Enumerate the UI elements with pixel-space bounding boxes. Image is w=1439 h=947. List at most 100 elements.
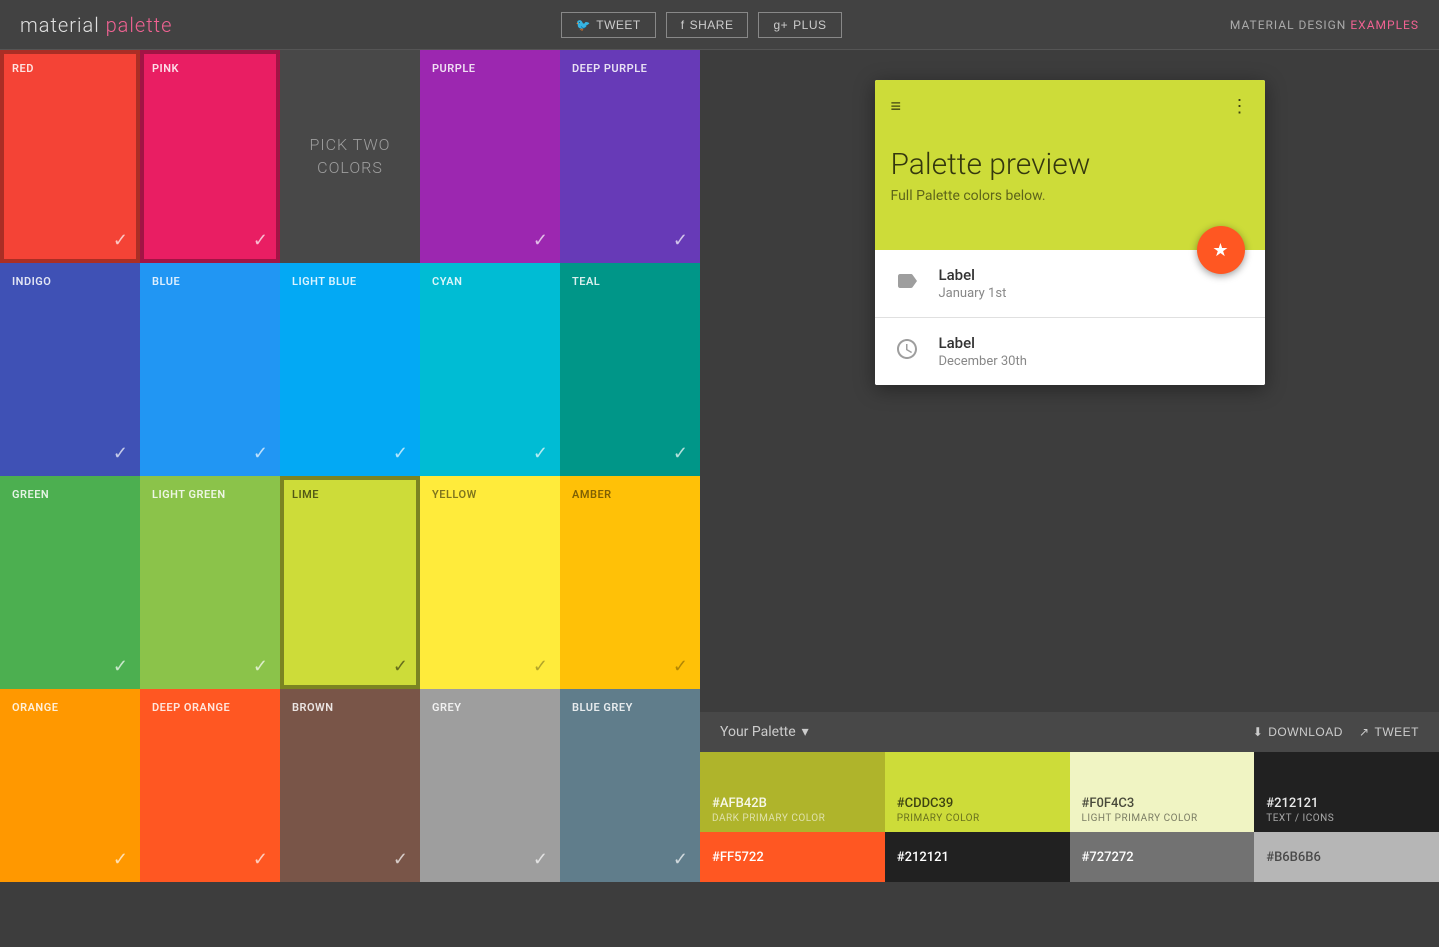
color-cell-grey[interactable]: GREY ✓ xyxy=(420,689,560,882)
color-cell-red[interactable]: RED ✓ xyxy=(0,50,140,263)
color-cell-lime[interactable]: LIME ✓ xyxy=(280,476,420,689)
logo: material palette xyxy=(20,13,172,37)
palette-light-primary[interactable]: #F0F4C3 LIGHT PRIMARY COLOR xyxy=(1070,752,1255,832)
header: material palette 🐦 TWEET f SHARE g+ PLUS… xyxy=(0,0,1439,50)
check-icon: ✓ xyxy=(253,230,268,251)
right-side: ≡ ⋮ Palette preview Full Palette colors … xyxy=(700,50,1439,882)
color-row-3: GREEN ✓ LIGHT GREEN ✓ LIME ✓ YELLOW ✓ AM… xyxy=(0,476,700,689)
list-item-2-content: Label December 30th xyxy=(939,334,1027,369)
palette-section: Your Palette ▾ ⬇ DOWNLOAD ↗ TWEET #AFB xyxy=(700,712,1439,882)
download-button[interactable]: ⬇ DOWNLOAD xyxy=(1253,725,1343,739)
color-cell-light-blue[interactable]: LIGHT BLUE ✓ xyxy=(280,263,420,476)
check-icon: ✓ xyxy=(533,230,548,251)
check-icon: ✓ xyxy=(253,656,268,677)
palette-hex-8: #B6B6B6 xyxy=(1266,850,1321,865)
more-icon[interactable]: ⋮ xyxy=(1231,96,1249,117)
list-item-1-content: Label January 1st xyxy=(939,266,1007,301)
palette-hex-7: #727272 xyxy=(1082,850,1134,865)
share-button[interactable]: f SHARE xyxy=(666,12,749,38)
color-grid: RED ✓ PINK ✓ PICK TWOCOLORS PURPLE ✓ DEE… xyxy=(0,50,700,882)
color-cell-blue-grey[interactable]: BLUE GREY ✓ xyxy=(560,689,700,882)
hamburger-icon[interactable]: ≡ xyxy=(891,96,902,117)
check-icon: ✓ xyxy=(253,443,268,464)
plus-button[interactable]: g+ PLUS xyxy=(758,12,841,38)
preview-title: Palette preview xyxy=(891,147,1249,182)
pick-two-text: PICK TWOCOLORS xyxy=(309,134,390,179)
check-icon: ✓ xyxy=(113,230,128,251)
check-icon: ✓ xyxy=(533,849,548,870)
logo-text: material xyxy=(20,13,106,37)
download-icon: ⬇ xyxy=(1253,725,1264,739)
palette-text-icons[interactable]: #212121 TEXT / ICONS xyxy=(1254,752,1439,832)
color-cell-yellow[interactable]: YELLOW ✓ xyxy=(420,476,560,689)
palette-accent[interactable]: #FF5722 xyxy=(700,832,885,882)
check-icon: ✓ xyxy=(533,656,548,677)
check-icon: ✓ xyxy=(673,849,688,870)
check-icon: ✓ xyxy=(673,656,688,677)
palette-primary-text[interactable]: #212121 xyxy=(885,832,1070,882)
preview-list: Label January 1st Label December 30th xyxy=(875,250,1265,385)
tweet-palette-button[interactable]: ↗ TWEET xyxy=(1359,725,1419,739)
twitter-icon: 🐦 xyxy=(576,18,591,32)
check-icon: ✓ xyxy=(533,443,548,464)
star-icon: ★ xyxy=(1212,240,1228,261)
color-cell-brown[interactable]: BROWN ✓ xyxy=(280,689,420,882)
palette-divider[interactable]: #B6B6B6 xyxy=(1254,832,1439,882)
color-cell-deep-purple[interactable]: DEEP PURPLE ✓ xyxy=(560,50,700,263)
color-cell-deep-orange[interactable]: DEEP ORANGE ✓ xyxy=(140,689,280,882)
header-right: MATERIAL DESIGN EXAMPLES xyxy=(1230,18,1419,32)
color-cell-indigo[interactable]: INDIGO ✓ xyxy=(0,263,140,476)
list-item-2: Label December 30th xyxy=(875,318,1265,385)
palette-colors-row1: #AFB42B DARK PRIMARY COLOR #CDDC39 PRIMA… xyxy=(700,752,1439,832)
palette-hex-6: #212121 xyxy=(897,850,949,865)
palette-hex-2: #CDDC39 xyxy=(897,796,1058,811)
logo-accent: palette xyxy=(106,13,173,37)
check-icon: ✓ xyxy=(113,849,128,870)
list-item-1-sublabel: January 1st xyxy=(939,286,1007,301)
pick-two-cell: PICK TWOCOLORS xyxy=(280,50,420,263)
tweet-button[interactable]: 🐦 TWEET xyxy=(561,12,656,38)
color-cell-teal[interactable]: TEAL ✓ xyxy=(560,263,700,476)
clock-icon xyxy=(895,337,919,367)
list-item-2-label: Label xyxy=(939,334,1027,352)
color-cell-light-green[interactable]: LIGHT GREEN ✓ xyxy=(140,476,280,689)
check-icon: ✓ xyxy=(113,443,128,464)
color-row-2: INDIGO ✓ BLUE ✓ LIGHT BLUE ✓ CYAN ✓ TEAL… xyxy=(0,263,700,476)
preview-subtitle: Full Palette colors below. xyxy=(891,188,1249,204)
header-actions: 🐦 TWEET f SHARE g+ PLUS xyxy=(561,12,842,38)
palette-hex-4: #212121 xyxy=(1266,796,1427,811)
your-palette-selector[interactable]: Your Palette ▾ xyxy=(720,724,809,740)
check-icon: ✓ xyxy=(393,443,408,464)
palette-toolbar: Your Palette ▾ ⬇ DOWNLOAD ↗ TWEET xyxy=(700,712,1439,752)
color-cell-purple[interactable]: PURPLE ✓ xyxy=(420,50,560,263)
check-icon: ✓ xyxy=(393,656,408,677)
palette-dark-primary[interactable]: #AFB42B DARK PRIMARY COLOR xyxy=(700,752,885,832)
color-cell-orange[interactable]: ORANGE ✓ xyxy=(0,689,140,882)
share-icon: ↗ xyxy=(1359,725,1370,739)
color-cell-pink[interactable]: PINK ✓ xyxy=(140,50,280,263)
fab-button[interactable]: ★ xyxy=(1197,226,1245,274)
palette-hex-5: #FF5722 xyxy=(712,850,764,865)
list-item-1-label: Label xyxy=(939,266,1007,284)
palette-primary[interactable]: #CDDC39 PRIMARY COLOR xyxy=(885,752,1070,832)
check-icon: ✓ xyxy=(113,656,128,677)
palette-colors-row2: #FF5722 #212121 #727272 #B6B6B6 xyxy=(700,832,1439,882)
label-icon xyxy=(895,269,919,299)
preview-header: ≡ ⋮ Palette preview Full Palette colors … xyxy=(875,80,1265,250)
color-cell-cyan[interactable]: CYAN ✓ xyxy=(420,263,560,476)
color-cell-blue[interactable]: BLUE ✓ xyxy=(140,263,280,476)
palette-hex-3: #F0F4C3 xyxy=(1082,796,1243,811)
palette-secondary-text[interactable]: #727272 xyxy=(1070,832,1255,882)
check-icon: ✓ xyxy=(253,849,268,870)
color-row-1: RED ✓ PINK ✓ PICK TWOCOLORS PURPLE ✓ DEE… xyxy=(0,50,700,263)
your-palette-label: Your Palette xyxy=(720,724,796,740)
color-cell-green[interactable]: GREEN ✓ xyxy=(0,476,140,689)
palette-label-2: PRIMARY COLOR xyxy=(897,813,1058,824)
check-icon: ✓ xyxy=(393,849,408,870)
check-icon: ✓ xyxy=(673,230,688,251)
palette-hex-1: #AFB42B xyxy=(712,796,873,811)
preview-header-top: ≡ ⋮ xyxy=(891,96,1249,117)
list-item-2-sublabel: December 30th xyxy=(939,354,1027,369)
color-cell-amber[interactable]: AMBER ✓ xyxy=(560,476,700,689)
facebook-icon: f xyxy=(681,18,685,32)
